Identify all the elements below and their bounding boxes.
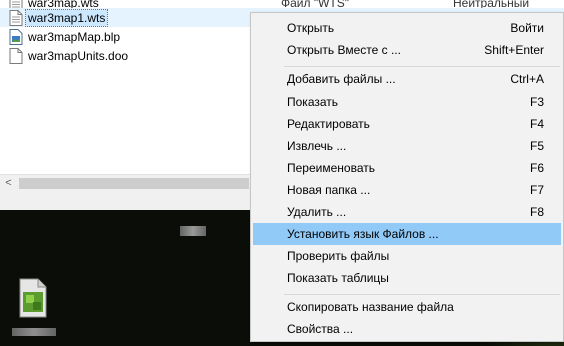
map-file-icon[interactable] xyxy=(18,278,48,318)
scroll-left-arrow-icon[interactable]: < xyxy=(0,175,17,192)
file-name: war3mapUnits.doo xyxy=(28,49,129,63)
menu-item-edit[interactable]: Редактировать F4 xyxy=(253,113,561,135)
text-file-icon xyxy=(9,10,23,26)
context-menu: Открыть Войти Открыть Вместе с ... Shift… xyxy=(250,12,564,342)
scrollbar-thumb[interactable] xyxy=(19,178,249,189)
menu-item-extract[interactable]: Извлечь ... F5 xyxy=(253,135,561,157)
menu-item-set-language[interactable]: Установить язык Файлов ... xyxy=(253,223,561,245)
menu-separator xyxy=(284,66,560,67)
blank-file-icon xyxy=(9,48,23,64)
menu-item-shortcut: F8 xyxy=(529,205,544,219)
menu-item-delete[interactable]: Удалить ... F8 xyxy=(253,201,561,223)
menu-item-label: Показать xyxy=(287,95,339,109)
menu-item-show[interactable]: Показать F3 xyxy=(253,91,561,113)
menu-item-label: Проверить файлы xyxy=(287,249,390,263)
menu-item-open[interactable]: Открыть Войти xyxy=(253,17,561,39)
menu-item-label: Добавить файлы ... xyxy=(287,72,396,86)
menu-item-label: Установить язык Файлов ... xyxy=(287,227,439,241)
menu-item-label: Переименовать xyxy=(287,161,375,175)
menu-item-shortcut: F3 xyxy=(529,95,544,109)
image-file-icon xyxy=(9,29,23,45)
menu-item-shortcut: Ctrl+A xyxy=(510,72,544,86)
menu-item-label: Скопировать название файла xyxy=(287,300,454,314)
menu-item-rename[interactable]: Переименовать F6 xyxy=(253,157,561,179)
menu-item-label: Свойства ... xyxy=(287,322,354,336)
menu-item-shortcut: F4 xyxy=(529,117,544,131)
blurred-label xyxy=(180,226,206,236)
menu-item-properties[interactable]: Свойства ... xyxy=(253,318,561,340)
file-name: war3mapMap.blp xyxy=(28,30,121,44)
menu-item-add-files[interactable]: Добавить файлы ... Ctrl+A xyxy=(253,68,561,90)
menu-item-label: Открыть Вместе с ... xyxy=(287,43,401,57)
menu-item-label: Открыть xyxy=(287,21,335,35)
menu-item-shortcut: F7 xyxy=(529,183,544,197)
menu-item-shortcut: Войти xyxy=(510,21,544,35)
file-name: war3map1.wts xyxy=(24,9,109,27)
menu-item-shortcut: F5 xyxy=(529,139,544,153)
menu-item-label: Показать таблицы xyxy=(287,271,389,285)
menu-item-verify-files[interactable]: Проверить файлы xyxy=(253,245,561,267)
menu-separator xyxy=(284,294,560,295)
menu-item-copy-filename[interactable]: Скопировать название файла xyxy=(253,296,561,318)
menu-item-shortcut: Shift+Enter xyxy=(484,43,544,57)
menu-item-label: Редактировать xyxy=(287,117,370,131)
menu-item-shortcut: F6 xyxy=(529,161,544,175)
menu-item-label: Новая папка ... xyxy=(287,183,371,197)
menu-item-show-tables[interactable]: Показать таблицы xyxy=(253,267,561,289)
menu-item-new-folder[interactable]: Новая папка ... F7 xyxy=(253,179,561,201)
menu-item-label: Извлечь ... xyxy=(287,139,347,153)
blurred-file-label xyxy=(12,328,56,336)
menu-item-label: Удалить ... xyxy=(287,205,347,219)
menu-item-open-with[interactable]: Открыть Вместе с ... Shift+Enter xyxy=(253,39,561,61)
